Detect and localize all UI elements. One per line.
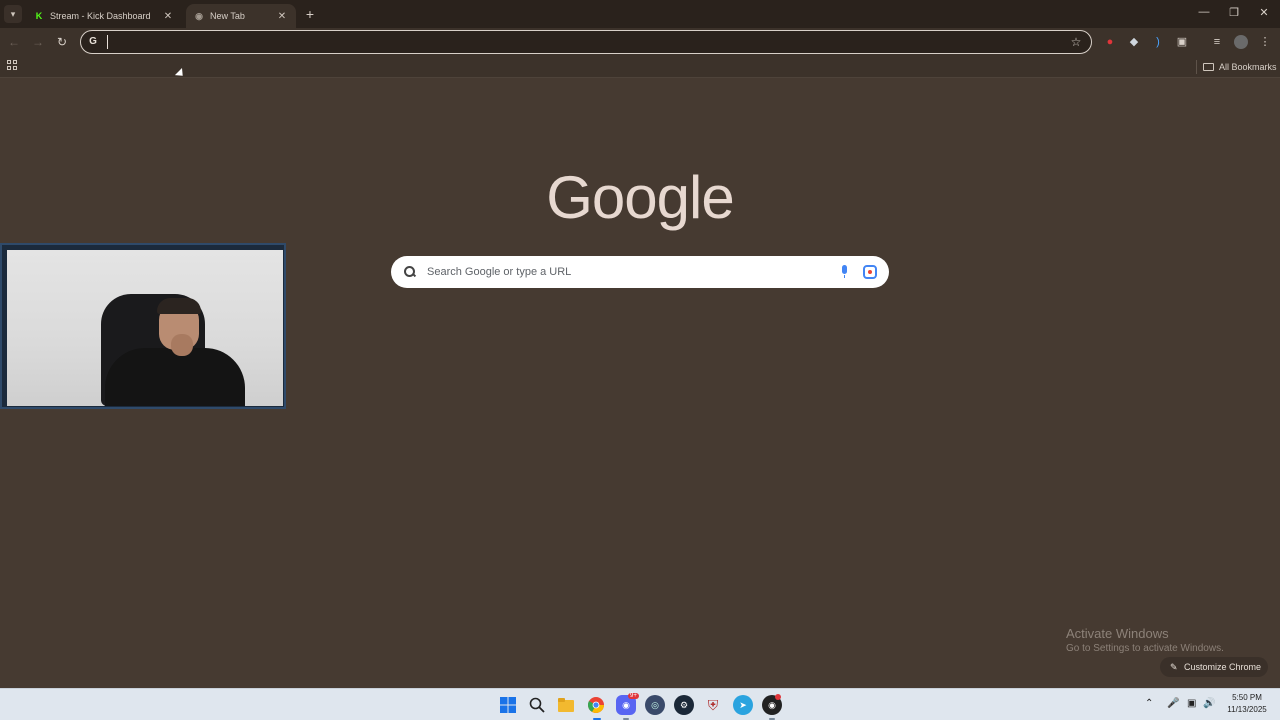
telegram-icon[interactable]: ➤ xyxy=(733,695,753,715)
back-icon[interactable]: ← xyxy=(6,34,22,50)
new-tab-icon: ◉ xyxy=(195,10,203,21)
taskbar: ◉ 9+ ◎ ⚙ ⛨ ➤ ◉ ⌃ 🎤 ▣ 🔊 5:50 PM 11/13/202… xyxy=(0,688,1280,720)
tab-kick-dashboard[interactable]: K Stream - Kick Dashboard ✕ xyxy=(26,4,182,28)
system-clock[interactable]: 5:50 PM 11/13/2025 xyxy=(1222,692,1272,716)
folder-icon xyxy=(1203,63,1214,71)
menu-kebab-icon[interactable]: ⋮ xyxy=(1258,35,1272,49)
apps-grid-icon[interactable] xyxy=(7,60,19,72)
person-body xyxy=(105,348,245,406)
all-bookmarks-button[interactable]: All Bookmarks xyxy=(1203,60,1277,74)
shield-extension-icon[interactable]: ◆ xyxy=(1127,35,1141,49)
ntp-search-box[interactable] xyxy=(391,256,889,288)
steam-icon[interactable]: ⚙ xyxy=(674,695,694,715)
file-explorer-icon[interactable] xyxy=(556,695,576,715)
ntp-search-input[interactable] xyxy=(427,266,839,278)
discord-badge: 9+ xyxy=(628,693,639,699)
volume-icon[interactable]: 🔊 xyxy=(1203,698,1215,709)
shield-app-icon[interactable]: ⛨ xyxy=(703,695,723,715)
google-logo: Google xyxy=(546,164,734,231)
clock-time: 5:50 PM xyxy=(1232,693,1262,702)
extension-red-icon[interactable]: ● xyxy=(1103,35,1117,49)
omnibox-input[interactable] xyxy=(114,33,1069,51)
extensions-puzzle-icon[interactable]: ▣ xyxy=(1175,35,1189,49)
webcam-overlay xyxy=(0,243,286,409)
person-hair xyxy=(157,298,201,314)
voice-search-icon[interactable] xyxy=(839,265,851,279)
bookmarks-bar: All Bookmarks xyxy=(0,56,1280,78)
clock-date: 11/13/2025 xyxy=(1227,705,1267,714)
browser-icon[interactable]: ◎ xyxy=(645,695,665,715)
tab-strip: ▾ K Stream - Kick Dashboard ✕ ◉ New Tab … xyxy=(0,0,1280,28)
profile-avatar[interactable] xyxy=(1234,35,1248,49)
microphone-icon[interactable]: 🎤 xyxy=(1167,698,1179,709)
watermark-title: Activate Windows xyxy=(1066,626,1169,641)
close-tab-icon[interactable]: ✕ xyxy=(162,11,174,22)
webcam-feed xyxy=(7,250,283,406)
chrome-icon[interactable] xyxy=(586,695,606,715)
search-icon[interactable] xyxy=(527,695,547,715)
close-tab-icon[interactable]: ✕ xyxy=(276,11,288,22)
show-hidden-icons-icon[interactable]: ⌃ xyxy=(1145,698,1153,709)
media-controls-icon[interactable]: ≡ xyxy=(1210,35,1224,49)
bookmark-star-icon[interactable]: ☆ xyxy=(1069,35,1083,49)
close-window-icon[interactable]: ✕ xyxy=(1256,6,1272,19)
bookmarks-divider xyxy=(1196,60,1197,74)
customize-label: Customize Chrome xyxy=(1184,662,1262,672)
recording-dot xyxy=(775,694,781,700)
restore-icon[interactable]: ❐ xyxy=(1226,6,1242,19)
google-lens-icon[interactable] xyxy=(863,265,877,279)
kick-icon: K xyxy=(35,11,43,21)
watermark-subtitle: Go to Settings to activate Windows. xyxy=(1066,643,1224,654)
activate-windows-watermark: Activate Windows Go to Settings to activ… xyxy=(1066,626,1224,654)
new-tab-button[interactable]: + xyxy=(302,6,318,22)
network-icon[interactable]: ▣ xyxy=(1187,698,1196,709)
customize-chrome-button[interactable]: ✎ Customize Chrome xyxy=(1160,657,1268,677)
tab-new-tab[interactable]: ◉ New Tab ✕ xyxy=(186,4,296,28)
tab-title: Stream - Kick Dashboard xyxy=(50,11,151,21)
start-icon[interactable] xyxy=(498,695,518,715)
all-bookmarks-label: All Bookmarks xyxy=(1219,62,1277,72)
tab-search-button[interactable]: ▾ xyxy=(4,5,22,23)
address-bar[interactable]: G ☆ xyxy=(80,30,1092,54)
minimize-icon[interactable]: — xyxy=(1196,6,1212,18)
pencil-icon: ✎ xyxy=(1170,662,1178,672)
search-icon xyxy=(403,265,417,279)
tab-title: New Tab xyxy=(210,11,245,21)
google-g-icon: G xyxy=(89,36,97,47)
toolbar: ← → ↻ G ☆ ● ◆ ) ▣ ≡ ⋮ xyxy=(0,28,1280,56)
reload-icon[interactable]: ↻ xyxy=(54,34,70,50)
person-hand xyxy=(171,334,193,356)
text-caret xyxy=(107,35,108,49)
audio-extension-icon[interactable]: ) xyxy=(1151,35,1165,49)
forward-icon[interactable]: → xyxy=(30,34,46,50)
